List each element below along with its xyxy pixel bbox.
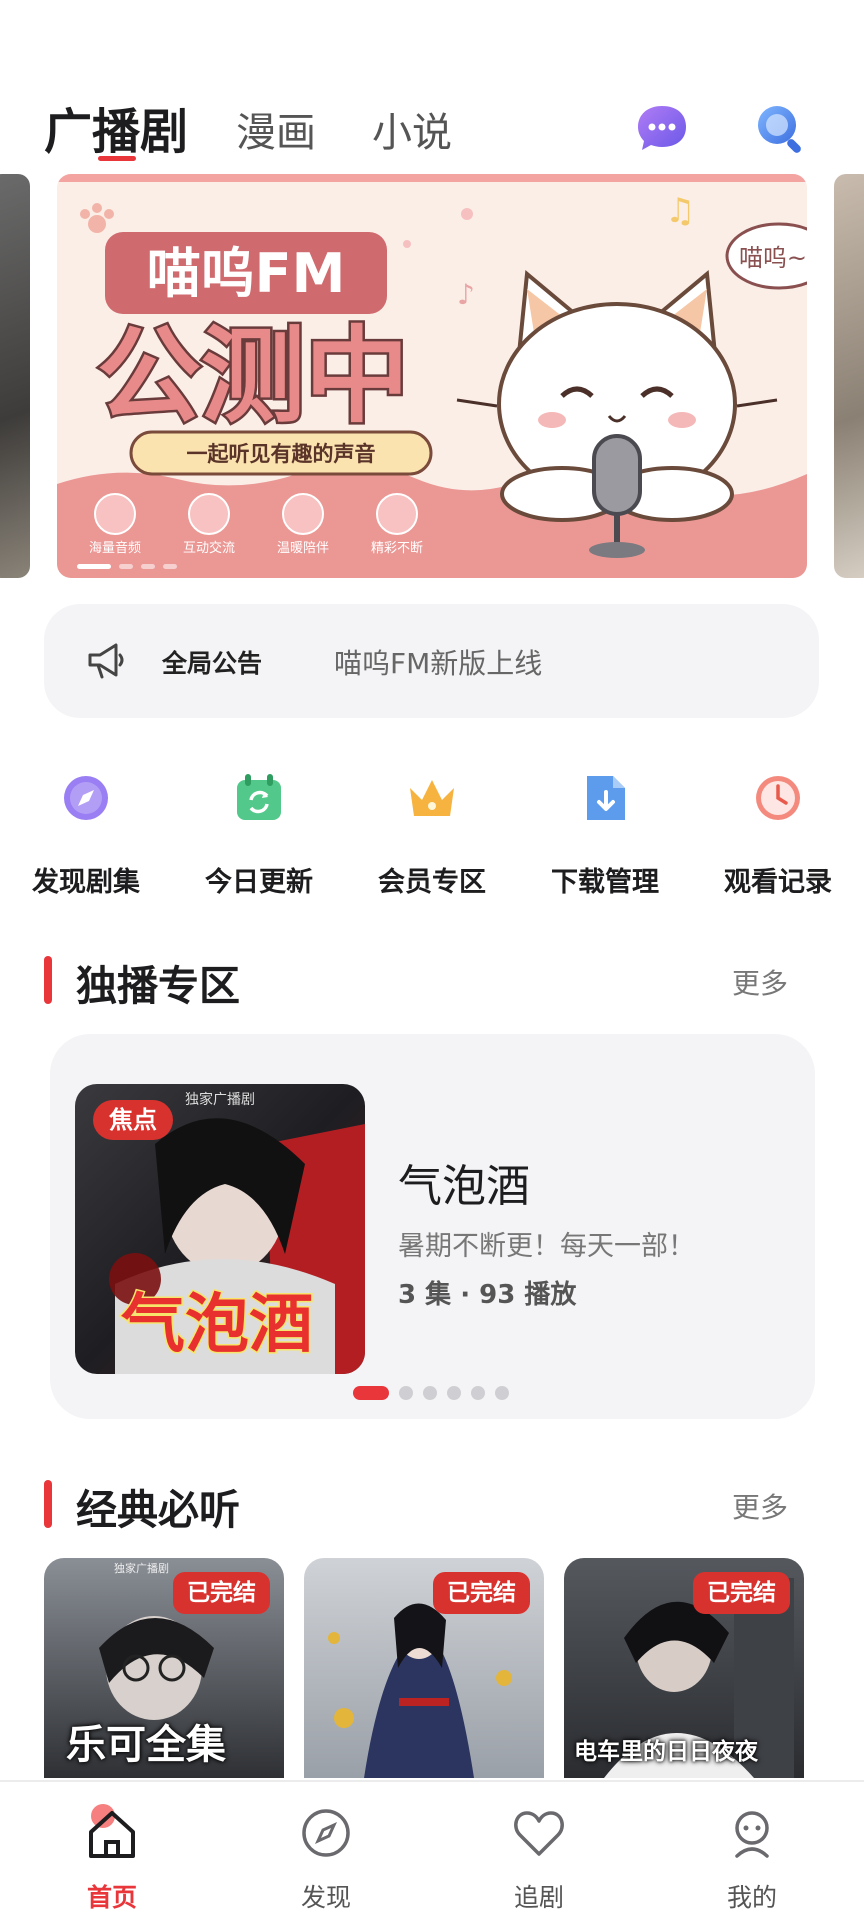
cover-tag: 独家广播剧	[114, 1561, 169, 1575]
series-title: 气泡酒	[398, 1161, 530, 1212]
nav-discover[interactable]: 发现	[266, 1804, 386, 1914]
section-accent-bar	[44, 1480, 52, 1528]
quick-watch-history[interactable]: 观看记录	[708, 770, 848, 899]
section-title: 经典必听	[76, 1486, 240, 1534]
cover-caption: 乐可全集	[66, 1722, 226, 1768]
heart-icon	[514, 1811, 564, 1856]
carousel-dot[interactable]	[471, 1386, 485, 1400]
section-classic-header: 经典必听 更多	[0, 1474, 864, 1534]
carousel-dot[interactable]	[447, 1386, 461, 1400]
quick-today-updates[interactable]: 今日更新	[189, 770, 329, 899]
completed-badge: 已完结	[693, 1572, 790, 1614]
banner-slogan: 一起听见有趣的声音	[187, 442, 376, 466]
banner-feature-4: 精彩不断	[371, 541, 423, 556]
classic-card-3[interactable]: 已完结 电车里的日日夜夜	[564, 1558, 804, 1778]
megaphone-icon	[88, 643, 124, 679]
compass-icon	[64, 776, 108, 820]
tab-radio-drama[interactable]: 广播剧	[44, 92, 188, 162]
more-link[interactable]: 更多	[732, 962, 788, 1002]
download-file-icon	[587, 776, 625, 820]
more-link[interactable]: 更多	[732, 1486, 788, 1526]
compass-icon	[302, 1809, 350, 1857]
banner-indicator	[163, 564, 177, 569]
nav-profile[interactable]: 我的	[692, 1804, 812, 1914]
series-subtitle: 暑期不断更！每天一部！	[398, 1231, 695, 1262]
exclusive-cover[interactable]: 独家广播剧 气泡酒 焦点	[75, 1084, 365, 1374]
carousel-next-peek[interactable]	[834, 174, 864, 578]
banner-indicator	[141, 564, 155, 569]
section-exclusive-header: 独播专区 更多	[0, 950, 864, 1010]
announcement-text: 喵呜FM新版上线	[334, 647, 543, 680]
carousel-dot[interactable]	[495, 1386, 509, 1400]
section-accent-bar	[44, 956, 52, 1004]
cover-tag: 独家广播剧	[185, 1091, 255, 1108]
completed-badge: 已完结	[173, 1572, 270, 1614]
classic-list: 独家广播剧 已完结 乐可全集 已完结 已完结 电车里的日日夜夜	[0, 1558, 864, 1778]
quick-discover-series[interactable]: 发现剧集	[16, 770, 156, 899]
carousel-dot[interactable]	[399, 1386, 413, 1400]
banner-headline: 公测中	[97, 315, 409, 437]
nav-following[interactable]: 追剧	[479, 1804, 599, 1914]
quick-vip-zone[interactable]: 会员专区	[362, 770, 502, 899]
active-tab-indicator	[98, 156, 136, 161]
banner-indicator	[119, 564, 133, 569]
completed-badge: 已完结	[433, 1572, 530, 1614]
banner-feature-2: 互动交流	[183, 540, 235, 556]
nav-home[interactable]: 首页	[52, 1804, 172, 1914]
cover-caption: 电车里的日日夜夜	[574, 1739, 758, 1765]
banner-brand: 喵呜FM	[147, 242, 346, 305]
carousel-prev-peek[interactable]	[0, 174, 30, 578]
promo-banner[interactable]: ♫ ♪ 喵呜FM 公测中 一起听见有趣的声音 喵呜~ 海量音频 互动交流 温暖陪…	[57, 174, 807, 578]
classic-card-1[interactable]: 独家广播剧 已完结 乐可全集	[44, 1558, 284, 1778]
search-icon[interactable]	[752, 100, 808, 156]
bottom-nav-bar: 首页 发现 追剧 我的	[0, 1780, 864, 1920]
series-meta: 3 集 · 93 播放	[398, 1280, 577, 1310]
home-icon	[89, 1804, 135, 1858]
banner-indicator-active	[77, 564, 111, 569]
top-tab-bar: 广播剧 漫画 小说	[0, 92, 864, 172]
svg-text:♪: ♪	[457, 278, 475, 311]
quick-entry-row: 发现剧集 今日更新 会员专区 下载管理 观看记录	[0, 770, 864, 900]
banner-feature-1: 海量音频	[89, 540, 141, 556]
chat-bubble-icon[interactable]	[634, 100, 690, 156]
exclusive-card[interactable]: 独家广播剧 气泡酒 焦点 气泡酒 暑期不断更！每天一部！ 3 集 · 93 播放	[50, 1034, 815, 1419]
focus-badge: 焦点	[93, 1100, 173, 1140]
section-title: 独播专区	[76, 962, 240, 1010]
cover-title: 气泡酒	[121, 1288, 313, 1362]
tab-novels[interactable]: 小说	[372, 100, 452, 158]
crown-icon	[410, 780, 454, 816]
announcement-label: 全局公告	[162, 649, 263, 678]
carousel-dot[interactable]	[423, 1386, 437, 1400]
classic-card-2[interactable]: 已完结	[304, 1558, 544, 1778]
carousel-dot-active[interactable]	[353, 1386, 389, 1400]
banner-bubble: 喵呜~	[739, 244, 807, 272]
profile-icon	[735, 1811, 769, 1858]
announcement-bar[interactable]: 全局公告 喵呜FM新版上线	[44, 604, 819, 718]
quick-download-manager[interactable]: 下载管理	[535, 770, 675, 899]
tab-comics[interactable]: 漫画	[236, 100, 316, 158]
banner-feature-3: 温暖陪伴	[277, 541, 329, 556]
svg-text:♫: ♫	[665, 191, 695, 231]
clock-icon	[756, 776, 800, 820]
calendar-refresh-icon	[237, 774, 281, 820]
